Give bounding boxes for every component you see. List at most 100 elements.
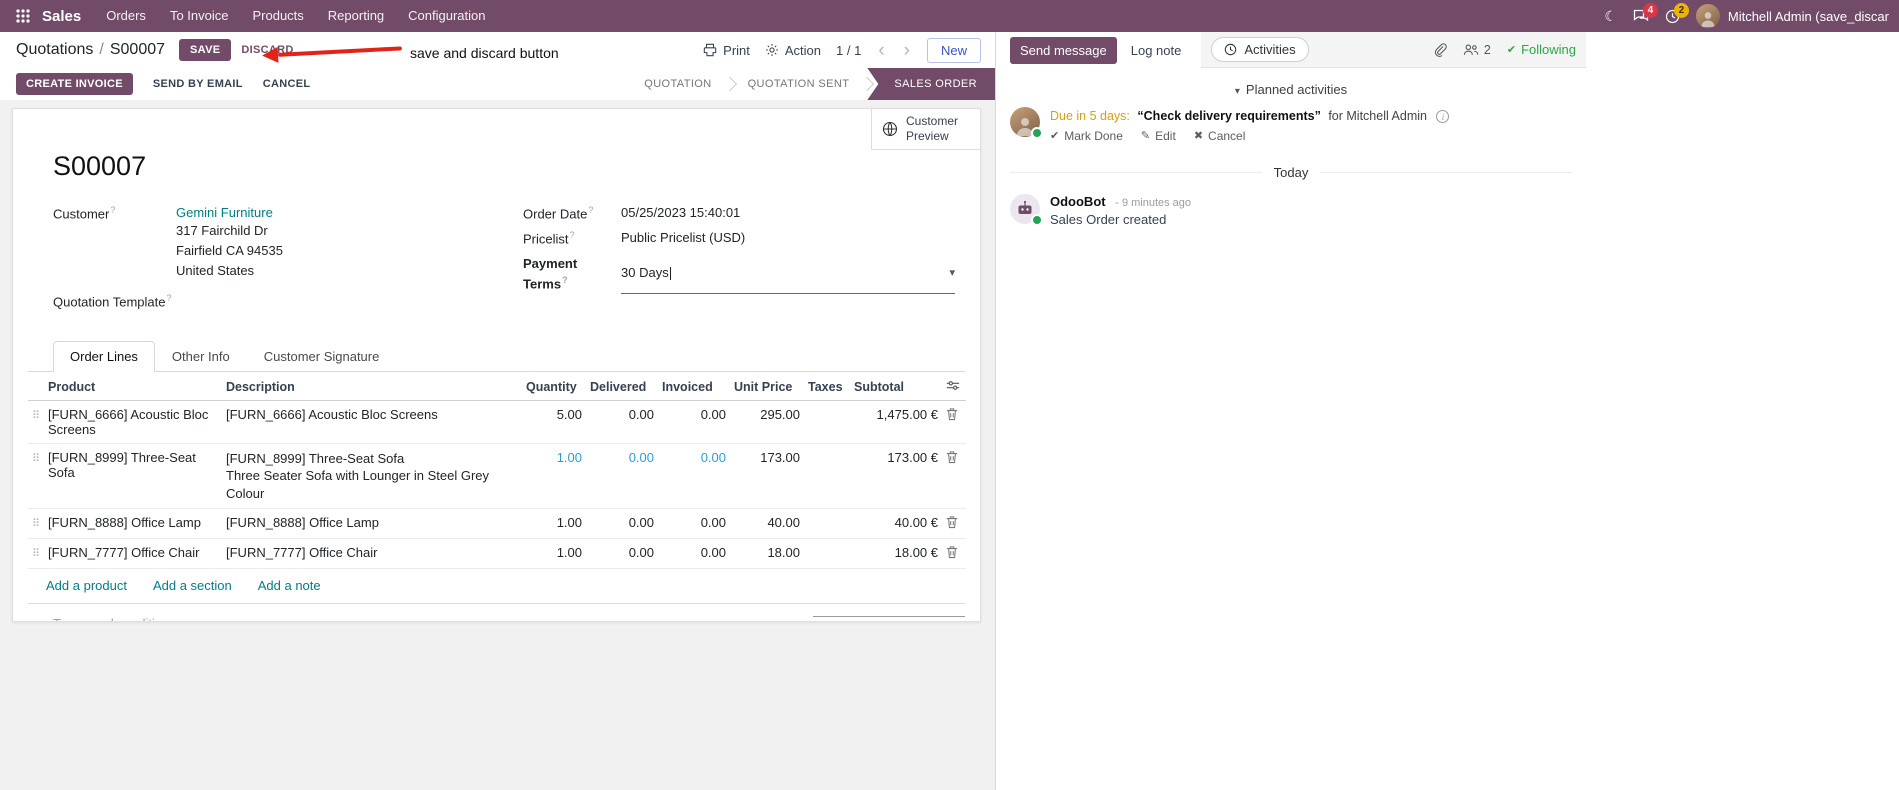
drag-handle-icon[interactable]: ⠿ bbox=[32, 453, 40, 465]
tab-customer-signature[interactable]: Customer Signature bbox=[247, 341, 397, 372]
cell-taxes[interactable] bbox=[804, 508, 850, 540]
pager-prev-icon[interactable]: ‹ bbox=[876, 41, 886, 60]
terms-and-conditions-field[interactable]: Terms and conditions... bbox=[53, 616, 187, 621]
odoobot-badge bbox=[1031, 213, 1043, 226]
attachment-button[interactable] bbox=[1433, 42, 1447, 57]
add-section-link[interactable]: Add a section bbox=[153, 578, 232, 593]
payment-terms-input[interactable]: 30 Days ▾ bbox=[621, 255, 955, 295]
menu-to-invoice[interactable]: To Invoice bbox=[159, 0, 240, 32]
messages-icon[interactable]: 4 bbox=[1633, 3, 1658, 23]
log-note-button[interactable]: Log note bbox=[1121, 37, 1192, 64]
activities-button[interactable]: Activities bbox=[1211, 37, 1309, 62]
optional-columns-icon[interactable] bbox=[946, 380, 960, 391]
mark-done-button[interactable]: ✔ Mark Done bbox=[1050, 129, 1123, 143]
menu-orders[interactable]: Orders bbox=[95, 0, 157, 32]
cell-description[interactable]: [FURN_8999] Three-Seat Sofa Three Seater… bbox=[222, 443, 522, 510]
followers-count: 2 bbox=[1483, 42, 1491, 57]
drag-handle-icon[interactable]: ⠿ bbox=[32, 548, 40, 560]
discard-button[interactable]: DISCARD bbox=[241, 44, 293, 56]
cell-product[interactable]: [FURN_6666] Acoustic Bloc Screens bbox=[44, 400, 222, 444]
cell-invoiced[interactable]: 0.00 bbox=[658, 443, 730, 510]
cell-quantity[interactable]: 1.00 bbox=[522, 443, 586, 510]
cell-description[interactable]: [FURN_7777] Office Chair bbox=[222, 538, 522, 570]
drag-handle-icon[interactable]: ⠿ bbox=[32, 410, 40, 422]
stage-sales-order[interactable]: SALES ORDER bbox=[867, 68, 995, 100]
cell-product[interactable]: [FURN_8999] Three-Seat Sofa bbox=[44, 443, 222, 510]
action-button[interactable]: Action bbox=[765, 43, 821, 58]
apps-grid-icon[interactable] bbox=[10, 3, 36, 29]
edit-activity-button[interactable]: ✎ Edit bbox=[1141, 129, 1176, 143]
header-invoiced: Invoiced bbox=[658, 373, 730, 401]
user-menu[interactable]: Mitchell Admin (save_discar bbox=[1695, 4, 1889, 28]
tab-other-info[interactable]: Other Info bbox=[155, 341, 247, 372]
pricelist-field[interactable]: Public Pricelist (USD) bbox=[621, 229, 745, 249]
cancel-activity-button[interactable]: ✖ Cancel bbox=[1194, 129, 1246, 143]
cell-unit-price[interactable]: 295.00 bbox=[730, 400, 804, 444]
cell-invoiced[interactable]: 0.00 bbox=[658, 508, 730, 540]
cell-product[interactable]: [FURN_8888] Office Lamp bbox=[44, 508, 222, 540]
cell-product[interactable]: [FURN_7777] Office Chair bbox=[44, 538, 222, 570]
help-marker: ? bbox=[166, 292, 172, 303]
followers-button[interactable]: 2 bbox=[1463, 43, 1491, 57]
cell-unit-price[interactable]: 18.00 bbox=[730, 538, 804, 570]
cancel-button[interactable]: CANCEL bbox=[263, 78, 311, 90]
delete-row-icon[interactable] bbox=[946, 450, 958, 464]
cell-delivered[interactable]: 0.00 bbox=[586, 538, 658, 570]
cell-taxes[interactable] bbox=[804, 443, 850, 510]
info-icon[interactable]: i bbox=[1436, 110, 1450, 124]
payment-terms-label: Payment Terms? bbox=[523, 256, 578, 292]
cell-taxes[interactable] bbox=[804, 538, 850, 570]
dropdown-caret-icon[interactable]: ▾ bbox=[949, 266, 955, 282]
cell-delivered[interactable]: 0.00 bbox=[586, 443, 658, 510]
cell-quantity[interactable]: 1.00 bbox=[522, 538, 586, 570]
add-note-link[interactable]: Add a note bbox=[258, 578, 321, 593]
activities-clock-icon[interactable]: 2 bbox=[1665, 2, 1689, 24]
cell-invoiced[interactable]: 0.00 bbox=[658, 400, 730, 444]
message-timestamp: - 9 minutes ago bbox=[1115, 196, 1192, 209]
breadcrumb-quotations[interactable]: Quotations bbox=[16, 41, 93, 59]
cell-quantity[interactable]: 5.00 bbox=[522, 400, 586, 444]
cell-subtotal: 18.00 € bbox=[850, 538, 942, 570]
app-title[interactable]: Sales bbox=[42, 8, 81, 25]
drag-handle-icon[interactable]: ⠿ bbox=[32, 518, 40, 530]
new-button[interactable]: New bbox=[926, 37, 981, 63]
tab-order-lines[interactable]: Order Lines bbox=[53, 340, 155, 372]
delete-row-icon[interactable] bbox=[946, 407, 958, 421]
cell-delivered[interactable]: 0.00 bbox=[586, 400, 658, 444]
cell-taxes[interactable] bbox=[804, 400, 850, 444]
cell-unit-price[interactable]: 173.00 bbox=[730, 443, 804, 510]
menu-reporting[interactable]: Reporting bbox=[317, 0, 395, 32]
delete-row-icon[interactable] bbox=[946, 515, 958, 529]
activity-assignee: for Mitchell Admin bbox=[1328, 109, 1427, 123]
planned-activities-header[interactable]: ▾ Planned activities bbox=[996, 82, 1586, 97]
stage-pipeline: QUOTATION QUOTATION SENT SALES ORDER bbox=[626, 68, 995, 100]
date-separator: Today bbox=[1010, 165, 1572, 180]
cell-description[interactable]: [FURN_6666] Acoustic Bloc Screens bbox=[222, 400, 522, 444]
pager-next-icon[interactable]: › bbox=[902, 41, 912, 60]
cell-unit-price[interactable]: 40.00 bbox=[730, 508, 804, 540]
order-date-field[interactable]: 05/25/2023 15:40:01 bbox=[621, 204, 740, 224]
customer-link[interactable]: Gemini Furniture bbox=[176, 205, 273, 220]
cell-quantity[interactable]: 1.00 bbox=[522, 508, 586, 540]
customer-label: Customer? bbox=[53, 205, 116, 222]
messages-badge: 4 bbox=[1642, 3, 1658, 18]
cell-invoiced[interactable]: 0.00 bbox=[658, 538, 730, 570]
send-message-button[interactable]: Send message bbox=[1010, 36, 1117, 64]
menu-products[interactable]: Products bbox=[241, 0, 314, 32]
add-product-link[interactable]: Add a product bbox=[46, 578, 127, 593]
stage-quotation[interactable]: QUOTATION bbox=[626, 68, 730, 100]
send-by-email-button[interactable]: SEND BY EMAIL bbox=[153, 78, 243, 90]
cell-description[interactable]: [FURN_8888] Office Lamp bbox=[222, 508, 522, 540]
create-invoice-button[interactable]: CREATE INVOICE bbox=[16, 73, 133, 95]
save-button[interactable]: SAVE bbox=[179, 39, 232, 61]
delete-row-icon[interactable] bbox=[946, 545, 958, 559]
menu-configuration[interactable]: Configuration bbox=[397, 0, 496, 32]
cell-subtotal: 40.00 € bbox=[850, 508, 942, 540]
moon-icon[interactable]: ☾ bbox=[1604, 8, 1617, 25]
following-button[interactable]: ✔ Following bbox=[1507, 42, 1576, 57]
print-button[interactable]: Print bbox=[703, 43, 750, 58]
customer-preview-button[interactable]: Customer Preview bbox=[871, 109, 980, 150]
stage-quotation-sent[interactable]: QUOTATION SENT bbox=[729, 68, 868, 100]
cell-delivered[interactable]: 0.00 bbox=[586, 508, 658, 540]
header-quantity: Quantity bbox=[522, 373, 586, 401]
